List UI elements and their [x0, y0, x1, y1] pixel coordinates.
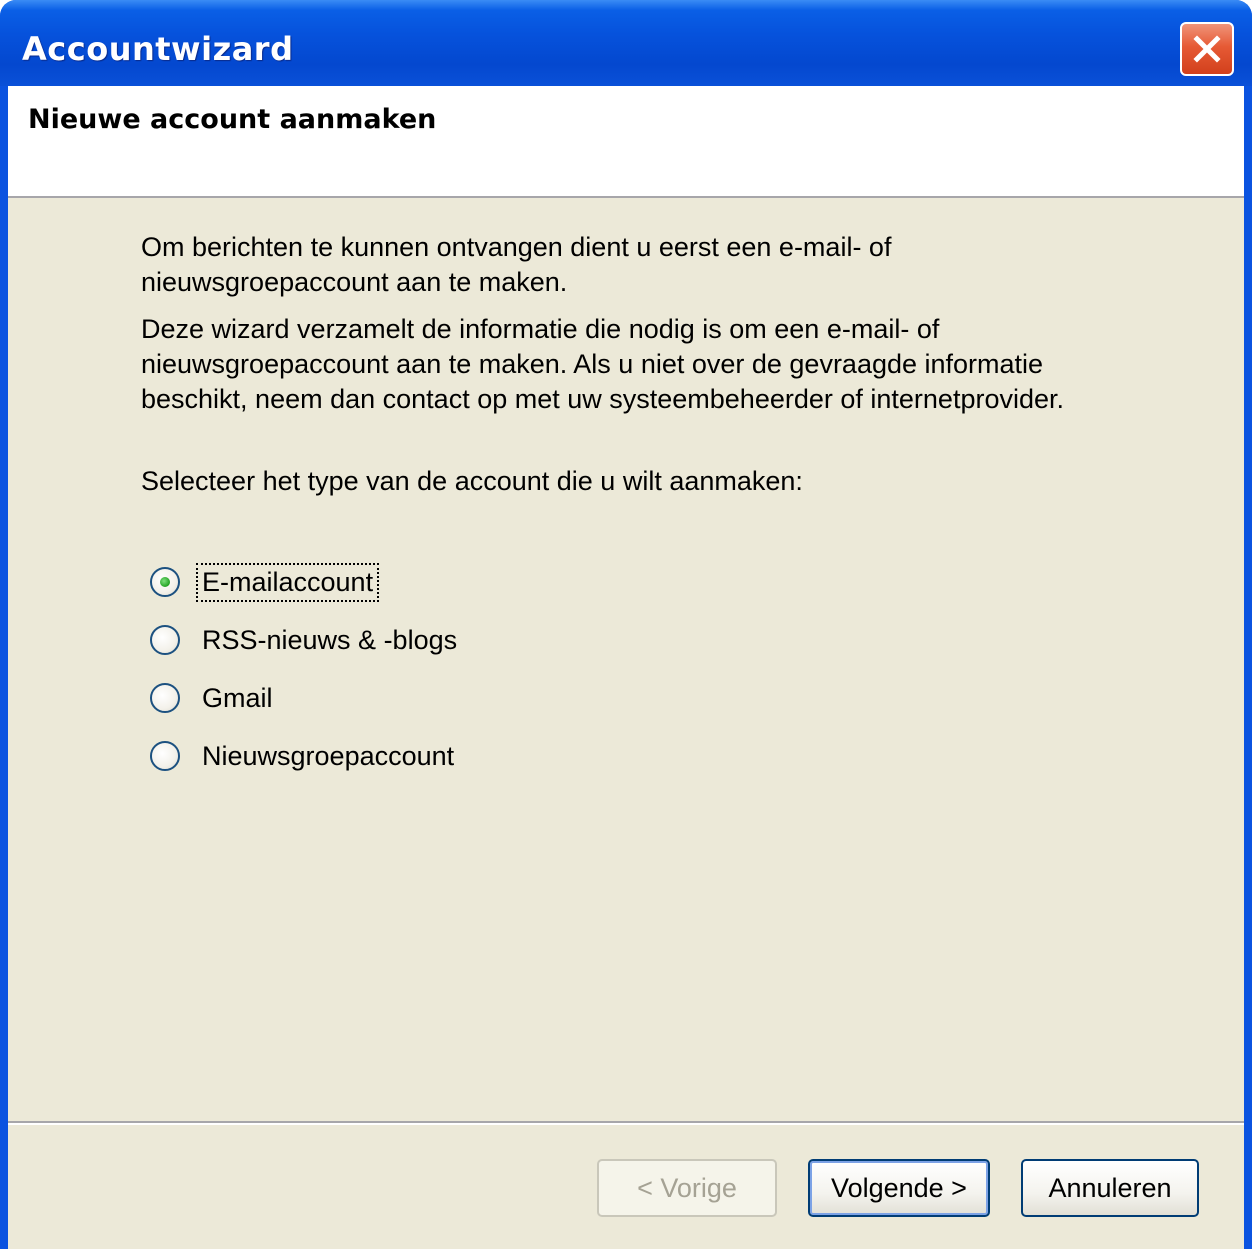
radio-email-account[interactable]: E-mailaccount — [150, 560, 380, 604]
radio-button[interactable] — [150, 625, 180, 655]
wizard-window: Accountwizard Nieuwe account aanmaken Om… — [0, 0, 1252, 1249]
radio-label-newsgroup: Nieuwsgroepaccount — [202, 740, 455, 771]
radio-button-selected[interactable] — [150, 567, 180, 597]
dialog-client-area: Nieuwe account aanmaken Om berichten te … — [8, 86, 1244, 1249]
info-paragraph: Deze wizard verzamelt de informatie die … — [141, 314, 1065, 414]
title-bar[interactable]: Accountwizard — [0, 0, 1252, 86]
footer-divider — [8, 1121, 1244, 1125]
radio-dot — [160, 577, 170, 587]
radio-rss-news[interactable]: RSS-nieuws & -blogs — [150, 618, 461, 662]
cancel-button[interactable]: Annuleren — [1021, 1159, 1199, 1217]
radio-gmail[interactable]: Gmail — [150, 676, 277, 720]
intro-paragraph: Om berichten te kunnen ontvangen dient u… — [141, 232, 892, 297]
close-icon — [1193, 35, 1221, 63]
radio-label-email: E-mailaccount — [195, 562, 380, 602]
radio-label-gmail: Gmail — [202, 682, 273, 713]
next-button[interactable]: Volgende > — [808, 1159, 990, 1217]
select-prompt: Selecteer het type van de account die u … — [141, 466, 803, 496]
close-button[interactable] — [1180, 22, 1234, 76]
radio-button[interactable] — [150, 683, 180, 713]
radio-button[interactable] — [150, 741, 180, 771]
wizard-header: Nieuwe account aanmaken — [8, 86, 1244, 198]
window-title: Accountwizard — [22, 30, 294, 68]
back-button[interactable]: < Vorige — [597, 1159, 777, 1217]
radio-newsgroup[interactable]: Nieuwsgroepaccount — [150, 734, 458, 778]
radio-label-rss: RSS-nieuws & -blogs — [202, 624, 458, 655]
page-title: Nieuwe account aanmaken — [28, 104, 437, 135]
